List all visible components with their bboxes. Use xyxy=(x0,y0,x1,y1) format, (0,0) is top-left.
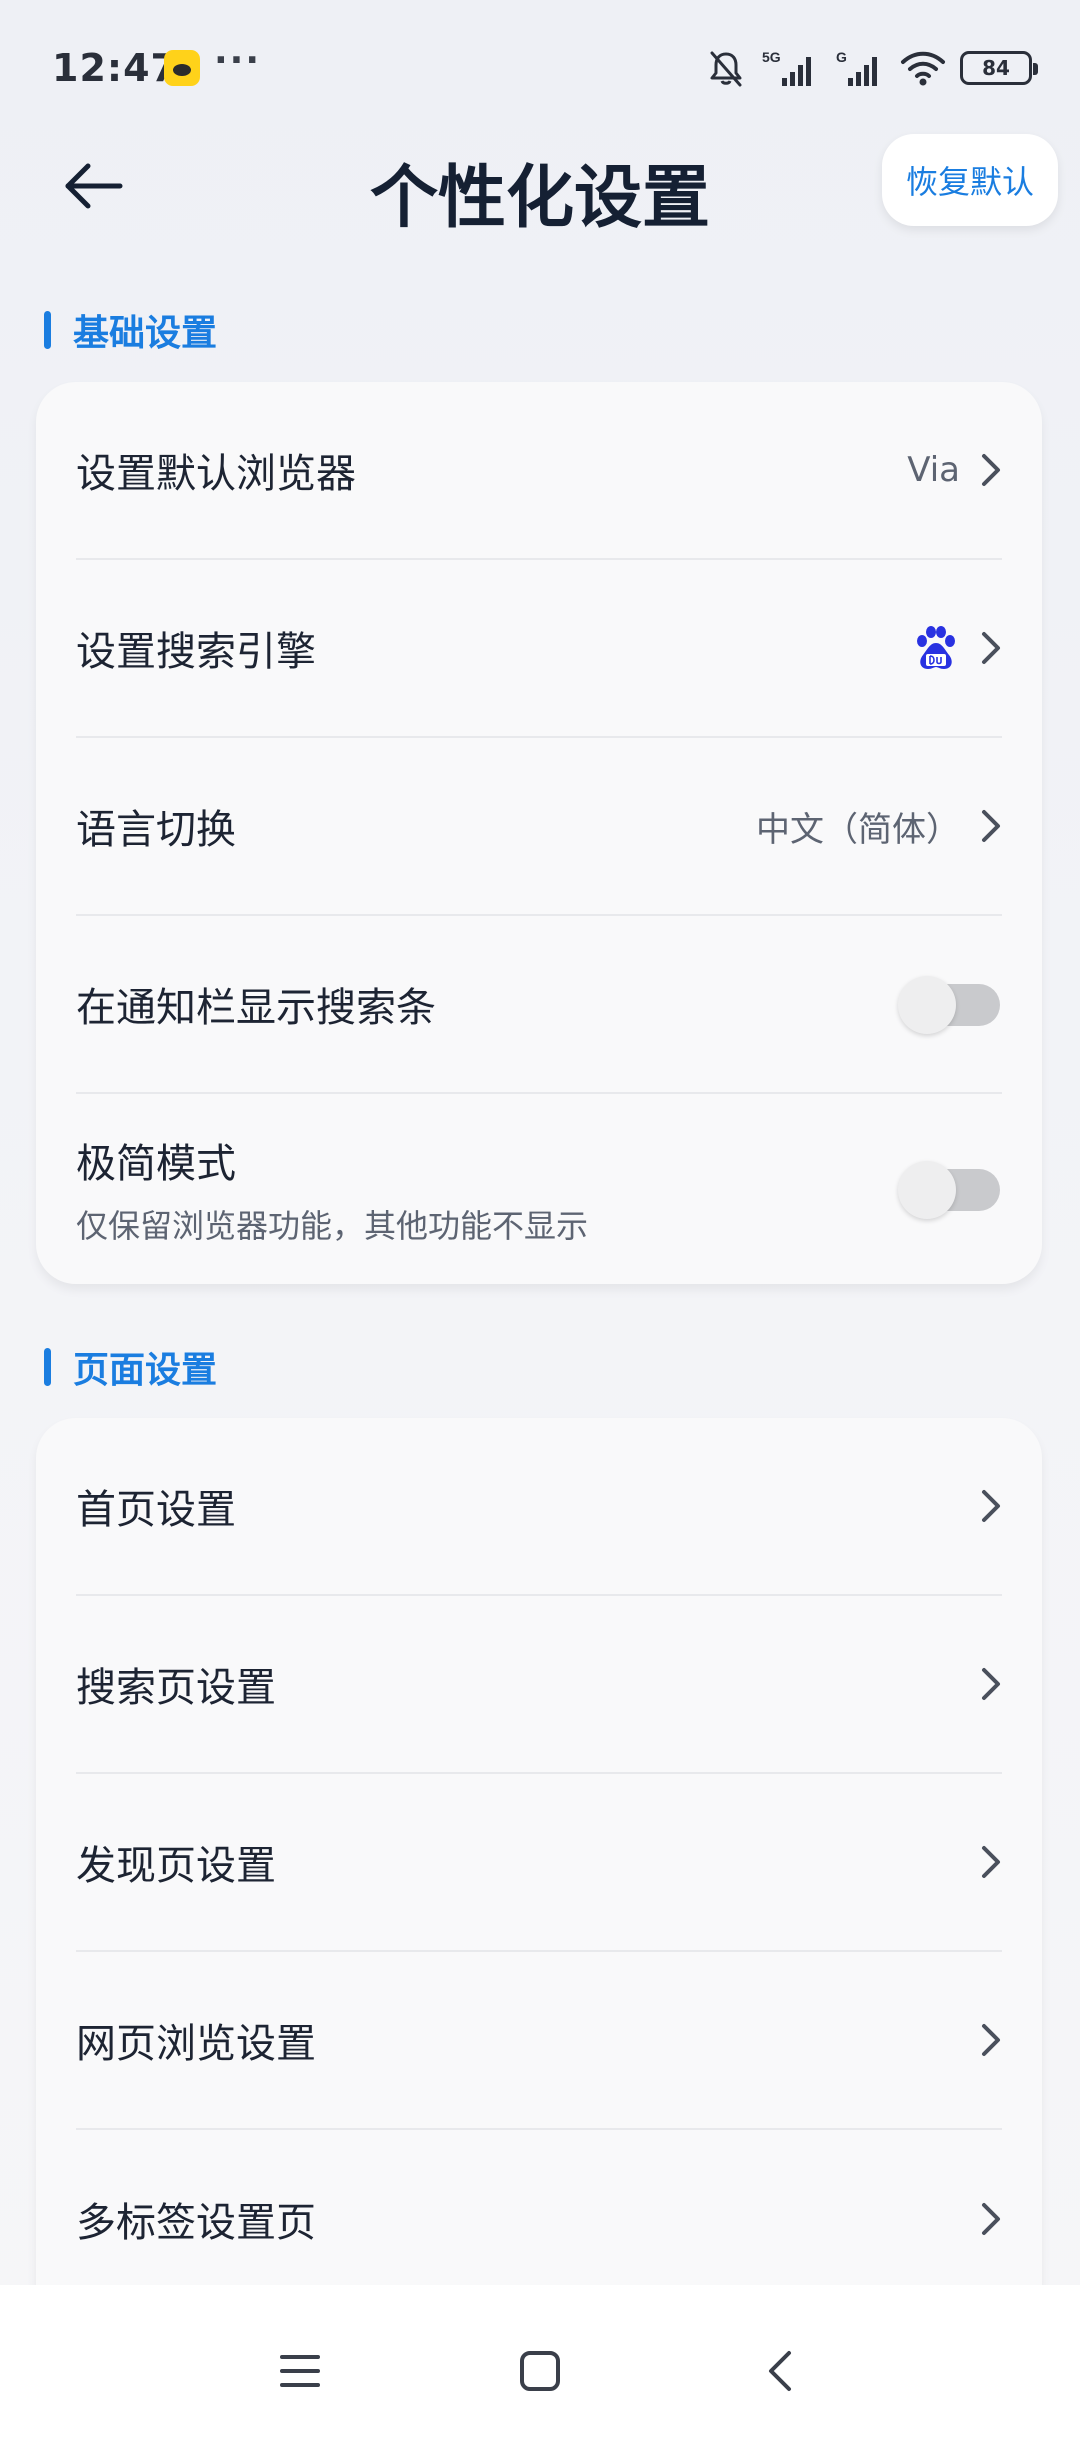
toggle-knob xyxy=(898,976,956,1034)
chevron-right-icon xyxy=(982,1846,1000,1878)
row-default-browser[interactable]: 设置默认浏览器 Via xyxy=(76,382,1002,560)
system-back-button[interactable] xyxy=(730,2321,830,2421)
row-label: 多标签设置页 xyxy=(76,2200,316,2246)
row-web-browsing-settings[interactable]: 网页浏览设置 xyxy=(76,1952,1002,2130)
home-icon xyxy=(520,2351,560,2391)
section-title: 基础设置 xyxy=(73,313,218,354)
system-nav-bar xyxy=(0,2285,1080,2460)
notification-search-toggle[interactable] xyxy=(898,976,1002,1034)
restore-default-button[interactable]: 恢复默认 xyxy=(882,134,1058,226)
section-header-basic: 基础设置 xyxy=(44,308,217,354)
row-multi-tab-settings[interactable]: 多标签设置页 xyxy=(76,2130,1002,2288)
row-label: 设置搜索引擎 xyxy=(76,629,316,675)
chevron-right-icon xyxy=(982,2203,1000,2235)
signal-icon: 5G xyxy=(762,49,811,86)
row-label: 语言切换 xyxy=(76,807,236,853)
row-value: Via xyxy=(907,450,960,490)
bell-muted-icon xyxy=(710,51,742,87)
toggle-knob xyxy=(898,1161,956,1219)
row-language[interactable]: 语言切换 中文（简体） xyxy=(76,738,1002,916)
row-label: 首页设置 xyxy=(76,1487,236,1533)
home-button[interactable] xyxy=(490,2321,590,2421)
menu-icon xyxy=(280,2355,320,2387)
section-accent-bar xyxy=(44,1348,51,1386)
chevron-right-icon xyxy=(982,1668,1000,1700)
row-description: 仅保留浏览器功能，其他功能不显示 xyxy=(76,1207,589,1245)
row-notification-search-bar: 在通知栏显示搜索条 xyxy=(76,916,1002,1094)
row-search-page-settings[interactable]: 搜索页设置 xyxy=(76,1596,1002,1774)
wifi-icon xyxy=(901,51,945,86)
chevron-right-icon xyxy=(982,810,1000,842)
header: 个性化设置 恢复默认 xyxy=(0,130,1080,240)
section-accent-bar xyxy=(44,311,51,349)
signal-icon-2: G xyxy=(836,49,877,86)
chevron-right-icon xyxy=(982,632,1000,664)
status-time: 12:47 xyxy=(52,46,178,90)
row-home-settings[interactable]: 首页设置 xyxy=(76,1418,1002,1596)
network-g-label: G xyxy=(836,49,847,65)
row-search-engine[interactable]: 设置搜索引擎 xyxy=(76,560,1002,738)
row-label: 在通知栏显示搜索条 xyxy=(76,985,436,1031)
more-notifications-icon: ··· xyxy=(214,40,262,81)
row-label: 网页浏览设置 xyxy=(76,2021,316,2067)
row-discover-page-settings[interactable]: 发现页设置 xyxy=(76,1774,1002,1952)
screen: 12:47 ··· 5G G 84 个性化设置 恢复默认 基础设置 设置默认浏览… xyxy=(0,0,1080,2460)
battery-icon: 84 xyxy=(960,51,1038,85)
battery-level: 84 xyxy=(982,56,1010,80)
row-label: 发现页设置 xyxy=(76,1843,276,1889)
page-settings-card: 首页设置 搜索页设置 发现页设置 网页浏览设置 多标签设置页 xyxy=(36,1418,1042,2288)
section-header-page: 页面设置 xyxy=(44,1345,217,1391)
recent-apps-button[interactable] xyxy=(250,2321,350,2421)
network-5g-label: 5G xyxy=(762,49,781,65)
row-minimal-mode: 极简模式 仅保留浏览器功能，其他功能不显示 xyxy=(76,1094,1002,1284)
row-label: 极简模式 xyxy=(76,1141,236,1187)
minimal-mode-toggle[interactable] xyxy=(898,1161,1002,1219)
back-icon xyxy=(769,2351,791,2391)
chevron-right-icon xyxy=(982,454,1000,486)
row-label: 搜索页设置 xyxy=(76,1665,276,1711)
row-value: 中文（简体） xyxy=(756,809,960,850)
status-bar: 12:47 ··· 5G G 84 xyxy=(0,0,1080,130)
status-icons: 5G G 84 xyxy=(706,46,1038,90)
chevron-right-icon xyxy=(982,2024,1000,2056)
section-title: 页面设置 xyxy=(73,1350,218,1391)
chevron-right-icon xyxy=(982,1490,1000,1522)
baidu-icon xyxy=(917,626,955,669)
app-notification-icon xyxy=(164,50,200,86)
row-label: 设置默认浏览器 xyxy=(76,451,356,497)
basic-settings-card: 设置默认浏览器 Via 设置搜索引擎 语言切换 中文（简体） 在通知栏显示搜索条… xyxy=(36,382,1042,1284)
